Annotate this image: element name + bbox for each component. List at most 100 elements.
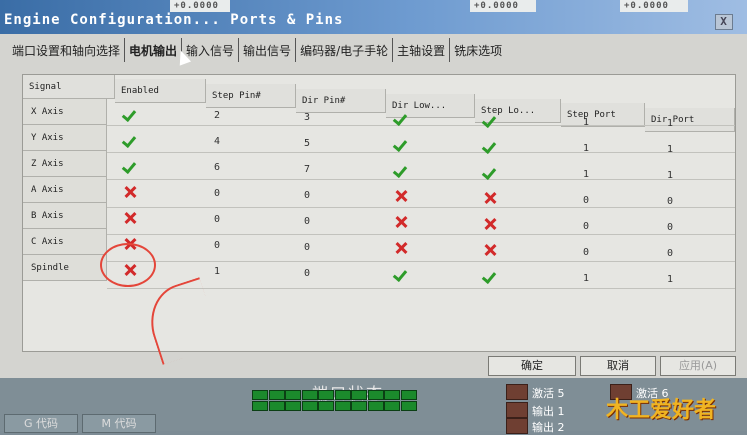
row-divider	[107, 206, 735, 208]
row-signal-label: X Axis	[23, 99, 107, 125]
cell-step-pin[interactable]: 0	[214, 188, 220, 199]
checkmark-icon[interactable]	[123, 107, 137, 121]
port-led	[384, 401, 400, 411]
cell-step-port[interactable]: 1	[583, 117, 589, 128]
output2-indicator	[506, 418, 528, 434]
port-led	[318, 390, 334, 400]
cell-dir-pin[interactable]: 5	[304, 138, 310, 149]
port-led	[301, 390, 318, 400]
checkmark-icon[interactable]	[483, 165, 497, 179]
cell-dir-pin[interactable]: 0	[304, 190, 310, 201]
cell-dir-pin[interactable]: 0	[304, 242, 310, 253]
cell-dir-pin[interactable]: 0	[304, 216, 310, 227]
row-divider	[107, 261, 735, 262]
output1-indicator	[506, 402, 528, 418]
ok-button[interactable]: 确定	[488, 356, 576, 376]
cell-dir-port[interactable]: 1	[667, 274, 673, 285]
x-mark-icon[interactable]	[483, 217, 497, 231]
checkmark-icon[interactable]	[394, 111, 408, 125]
checkmark-icon[interactable]	[123, 133, 137, 147]
tab-motor-outputs[interactable]: 电机输出	[125, 38, 183, 62]
cell-dir-port[interactable]: 1	[667, 170, 673, 181]
row-signal-label: Spindle	[23, 255, 107, 281]
column-header: Dir Port	[645, 108, 735, 132]
g-code-tab[interactable]: G 代码	[4, 414, 78, 433]
cell-step-port[interactable]: 1	[583, 169, 589, 180]
cell-step-pin[interactable]: 4	[214, 136, 220, 147]
row-divider	[107, 179, 735, 181]
cell-dir-pin[interactable]: 3	[304, 112, 310, 123]
cell-step-port[interactable]: 0	[583, 221, 589, 232]
port-led	[351, 401, 367, 411]
cell-step-pin[interactable]: 2	[214, 110, 220, 121]
port-led	[318, 401, 334, 411]
row-divider	[107, 125, 735, 126]
tab-output-signals[interactable]: 输出信号	[239, 38, 297, 62]
column-header: Dir Pin#	[296, 89, 386, 113]
active5-label: 激活 5	[532, 387, 565, 400]
engine-config-window: +0.0000 +0.0000 +0.0000 Engine Configura…	[0, 0, 747, 434]
cancel-button[interactable]: 取消	[580, 356, 656, 376]
cell-step-pin[interactable]: 1	[214, 266, 220, 277]
cell-dir-port[interactable]: 0	[667, 222, 673, 233]
tab-port-axis[interactable]: 端口设置和轴向选择	[8, 38, 126, 62]
cell-dir-port[interactable]: 1	[667, 118, 673, 129]
cell-dir-port[interactable]: 0	[667, 196, 673, 207]
dro-readout-3: +0.0000	[620, 0, 688, 12]
cell-step-pin[interactable]: 6	[214, 162, 220, 173]
cell-dir-port[interactable]: 0	[667, 248, 673, 259]
cell-step-port[interactable]: 1	[583, 143, 589, 154]
checkmark-icon[interactable]	[483, 113, 497, 127]
apply-button[interactable]: 应用(A)	[660, 356, 736, 376]
port-led	[334, 390, 351, 400]
cell-dir-pin[interactable]: 7	[304, 164, 310, 175]
x-mark-icon[interactable]	[394, 215, 408, 229]
close-button[interactable]: X	[715, 14, 733, 30]
watermark-logo: 木工爱好者	[606, 398, 717, 423]
tab-mill-options[interactable]: 铣床选项	[450, 38, 506, 62]
tab-spindle-setup[interactable]: 主轴设置	[393, 38, 451, 62]
checkmark-icon[interactable]	[394, 163, 408, 177]
tab-input-signals[interactable]: 输入信号	[182, 38, 240, 62]
m-code-tab[interactable]: M 代码	[82, 414, 156, 433]
x-mark-icon[interactable]	[123, 211, 137, 225]
x-mark-icon[interactable]	[123, 185, 137, 199]
port-led	[400, 390, 417, 400]
config-tabs: 端口设置和轴向选择 电机输出 输入信号 输出信号 编码器/电子手轮 主轴设置 铣…	[8, 38, 506, 64]
cell-step-port[interactable]: 1	[583, 273, 589, 284]
checkmark-icon[interactable]	[394, 137, 408, 151]
annotation-circle	[100, 243, 156, 287]
port-led	[252, 401, 268, 411]
cell-step-port[interactable]: 0	[583, 195, 589, 206]
checkmark-icon[interactable]	[394, 267, 408, 281]
x-mark-icon[interactable]	[394, 241, 408, 255]
cell-step-pin[interactable]: 0	[214, 214, 220, 225]
cell-dir-pin[interactable]: 0	[304, 268, 310, 279]
dro-readout-1: +0.0000	[170, 0, 230, 12]
checkmark-icon[interactable]	[123, 159, 137, 173]
column-header: Enabled	[115, 79, 206, 103]
row-signal-label: A Axis	[23, 177, 107, 203]
x-mark-icon[interactable]	[483, 243, 497, 257]
row-signal-label: Z Axis	[23, 151, 107, 177]
cell-step-port[interactable]: 0	[583, 247, 589, 258]
column-header: Signal	[23, 75, 115, 99]
port-led	[285, 401, 301, 411]
port-led	[400, 401, 417, 411]
port-led	[268, 401, 285, 411]
row-divider	[107, 152, 735, 154]
title-bar: +0.0000 +0.0000 +0.0000 Engine Configura…	[0, 0, 747, 34]
cell-step-pin[interactable]: 0	[214, 240, 220, 251]
x-mark-icon[interactable]	[394, 189, 408, 203]
cell-dir-port[interactable]: 1	[667, 144, 673, 155]
port-led	[367, 401, 384, 411]
checkmark-icon[interactable]	[483, 269, 497, 283]
row-divider	[107, 233, 735, 235]
tab-encoder-mpg[interactable]: 编码器/电子手轮	[296, 38, 394, 62]
port-led	[384, 390, 400, 400]
port-led	[367, 390, 384, 400]
x-mark-icon[interactable]	[483, 191, 497, 205]
window-title: Engine Configuration... Ports & Pins	[4, 12, 344, 28]
column-header: Step Pin#	[206, 84, 296, 108]
checkmark-icon[interactable]	[483, 139, 497, 153]
